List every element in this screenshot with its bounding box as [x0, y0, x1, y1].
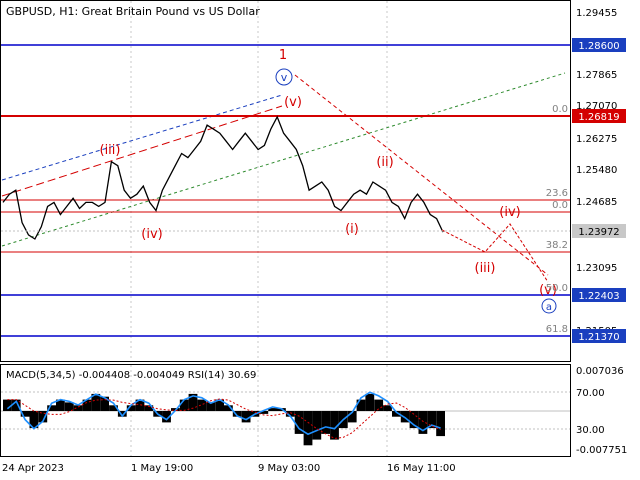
macd-bar — [179, 399, 189, 411]
y-tick-4: 1.26275 — [576, 134, 617, 145]
wave-label-iv-right: (iv) — [499, 205, 520, 220]
fib-label-23-6: 23.6 — [546, 188, 568, 199]
macd-bar — [436, 411, 445, 437]
macd-bar — [356, 399, 366, 411]
time-axis: 24 Apr 2023 1 May 19:00 9 May 03:00 16 M… — [2, 463, 456, 474]
wave-label-a: a — [546, 302, 552, 313]
chart-title: GBPUSD, H1: Great Britain Pound vs US Do… — [6, 5, 260, 18]
macd-bar — [312, 411, 322, 440]
x-tick-3: 9 May 03:00 — [258, 463, 320, 474]
macd-bar — [303, 411, 313, 446]
price-label-boxes: 1.28600 1.26819 1.23972 1.22403 1.21370 — [572, 38, 626, 343]
fib-label-0: 0.0 — [552, 104, 568, 115]
wave-label-iii-left: (iii) — [100, 143, 121, 158]
macd-bar — [321, 411, 330, 434]
fib-label-50: 50.0 — [546, 283, 568, 294]
label-box-3-text: 1.22403 — [578, 291, 619, 302]
macd-bar — [365, 393, 375, 411]
fib-label-38-2: 38.2 — [546, 240, 568, 251]
current-price-text: 1.23972 — [578, 227, 619, 238]
indicator-axis: 0.007036 70.00 30.00 -0.007751 — [576, 366, 627, 456]
macd-bar — [197, 399, 207, 411]
y-tick-1: 1.29455 — [576, 8, 617, 19]
x-tick-4: 16 May 11:00 — [387, 463, 456, 474]
indicator-label: MACD(5,34,5) -0.004408 -0.004049 RSI(14)… — [6, 370, 256, 381]
price-axis: 1.29455 1.27865 1.27070 1.26275 1.25480 … — [576, 8, 617, 337]
fib-label-61-8: 61.8 — [546, 324, 568, 335]
y-tick-7: 1.23095 — [576, 263, 617, 274]
wave-label-v-paren: (v) — [284, 95, 302, 110]
y-tick-5: 1.25480 — [576, 165, 617, 176]
y-tick-6: 1.24685 — [576, 197, 617, 208]
macd-bar — [241, 411, 251, 423]
label-box-2-text: 1.26819 — [578, 112, 619, 123]
label-box-4-text: 1.21370 — [578, 332, 619, 343]
wave-label-iii-right: (iii) — [475, 261, 496, 276]
wave-label-i: (i) — [345, 222, 359, 237]
wave-label-iv-left: (iv) — [141, 227, 162, 242]
label-box-1-text: 1.28600 — [578, 41, 619, 52]
chart-canvas: 1 v (v) (iii) (iv) (ii) (i) (iii) (iv) (… — [0, 0, 627, 474]
ind-tick-3: 30.00 — [576, 425, 605, 436]
wave-label-1: 1 — [279, 48, 287, 63]
wave-label-v: v — [281, 71, 288, 84]
ind-tick-2: 70.00 — [576, 388, 605, 399]
x-tick-2: 1 May 19:00 — [131, 463, 193, 474]
y-tick-2: 1.27865 — [576, 70, 617, 81]
ind-tick-1: 0.007036 — [576, 366, 624, 377]
x-tick-1: 24 Apr 2023 — [2, 463, 64, 474]
wave-label-ii: (ii) — [376, 155, 393, 170]
ind-tick-4: -0.007751 — [576, 445, 627, 456]
fib-label-0b: 0.0 — [552, 200, 568, 211]
